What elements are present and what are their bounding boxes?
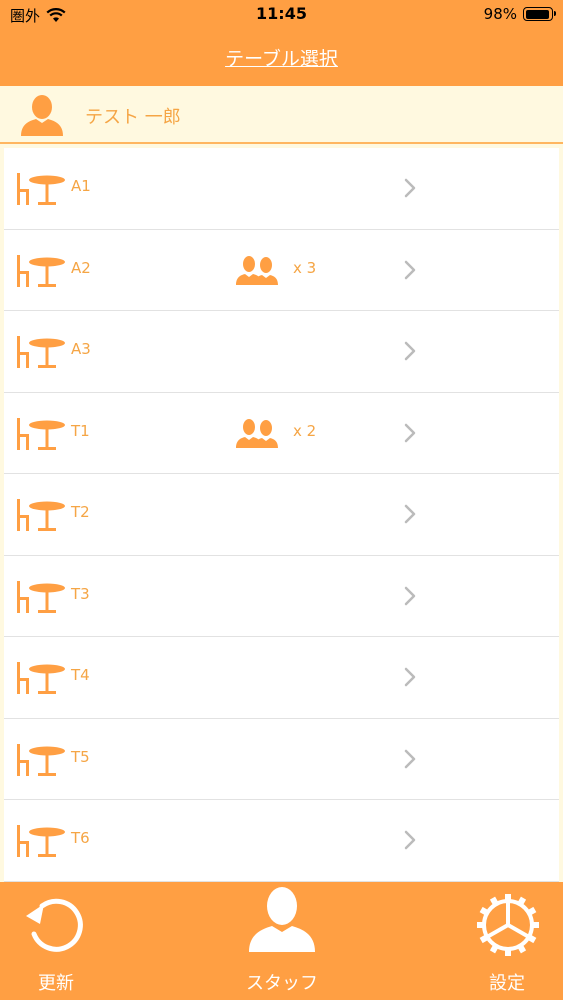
table-row[interactable]: T1 x 2 — [4, 393, 559, 474]
chevron-right-icon — [404, 830, 416, 850]
people-icon — [236, 255, 278, 285]
battery-percent: 98% — [483, 5, 517, 23]
staff-label: スタッフ — [246, 973, 318, 994]
user-row: テスト 一郎 — [0, 86, 563, 144]
table-label: T1 — [71, 421, 90, 440]
table-label: T4 — [71, 666, 90, 684]
table-row[interactable]: T4 — [4, 637, 559, 719]
table-icon — [17, 254, 65, 287]
person-icon — [249, 887, 315, 952]
refresh-tab[interactable]: 更新 — [0, 882, 112, 1000]
chevron-right-icon — [404, 504, 416, 524]
tab-bar: 更新 スタッフ 設定 — [0, 882, 563, 1000]
table-icon — [17, 743, 65, 776]
guest-count: x 3 — [293, 258, 317, 277]
chevron-right-icon — [404, 749, 416, 768]
table-label: T3 — [71, 584, 90, 603]
table-icon — [17, 336, 65, 368]
table-label: T5 — [71, 747, 90, 766]
table-list: A1 A2 x 3 A3 T1 x 2 T2 T3 T4 T5 T6 — [4, 148, 559, 882]
chevron-right-icon — [404, 586, 416, 605]
page-title: テーブル選択 — [225, 48, 338, 70]
status-right: 98% — [483, 5, 556, 23]
gear-icon — [477, 894, 539, 956]
table-label: T2 — [71, 503, 90, 521]
chevron-right-icon — [404, 423, 416, 442]
gear-tooth — [505, 894, 511, 903]
table-icon — [17, 417, 65, 450]
table-icon — [17, 173, 65, 205]
chevron-right-icon — [404, 260, 416, 279]
user-name: テスト 一郎 — [85, 107, 181, 128]
table-icon — [17, 580, 65, 613]
table-label: T6 — [71, 829, 90, 847]
table-icon — [17, 499, 65, 531]
nav-bar: テーブル選択 — [0, 30, 563, 86]
person-icon — [21, 95, 63, 136]
table-row[interactable]: A3 — [4, 311, 559, 393]
gear-tooth — [530, 922, 539, 928]
table-label: A1 — [71, 177, 91, 195]
chevron-right-icon — [404, 178, 416, 198]
table-label: A3 — [71, 340, 91, 358]
table-icon — [17, 662, 65, 694]
battery-icon — [523, 7, 556, 21]
chevron-right-icon — [404, 341, 416, 361]
table-row[interactable]: A2 x 3 — [4, 230, 559, 311]
refresh-label: 更新 — [38, 973, 74, 994]
chevron-right-icon — [404, 667, 416, 687]
staff-tab[interactable]: スタッフ — [226, 882, 338, 1000]
gear-tooth — [505, 947, 511, 956]
gear-tooth — [477, 922, 486, 928]
table-row[interactable]: A1 — [4, 148, 559, 230]
table-row[interactable]: T5 — [4, 719, 559, 800]
refresh-icon — [26, 898, 83, 952]
guest-count: x 2 — [293, 421, 317, 440]
table-label: A2 — [71, 258, 91, 277]
settings-label: 設定 — [489, 973, 525, 994]
table-icon — [17, 825, 65, 857]
status-bar: 圏外 11:45 98% — [0, 0, 563, 30]
table-row[interactable]: T3 — [4, 556, 559, 637]
status-time: 11:45 — [256, 4, 307, 23]
settings-tab[interactable]: 設定 — [451, 882, 563, 1000]
table-row[interactable]: T2 — [4, 474, 559, 556]
people-icon — [236, 418, 278, 448]
table-row[interactable]: T6 — [4, 800, 559, 882]
